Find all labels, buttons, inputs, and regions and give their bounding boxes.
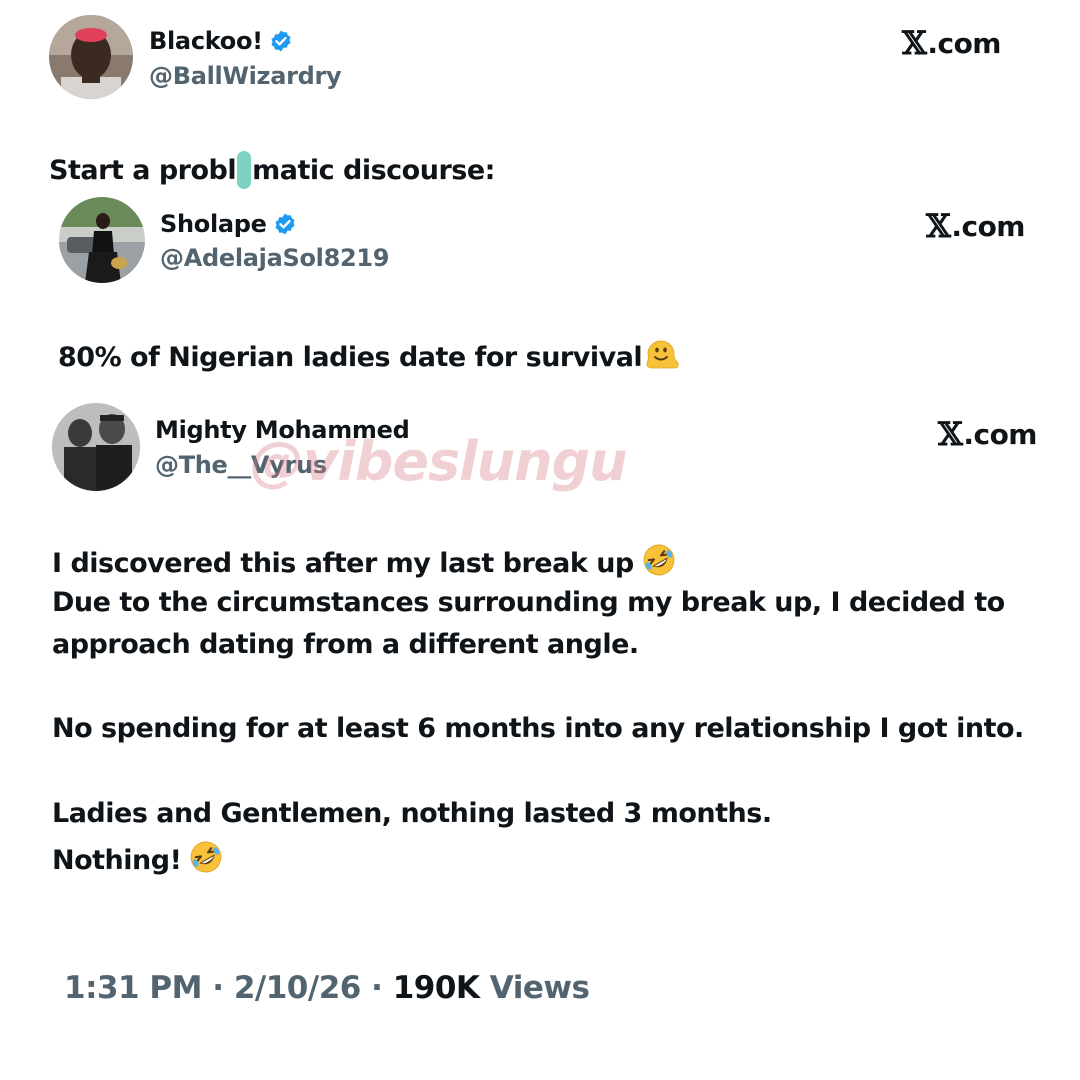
quote1-text: 80% of Nigerian ladies date for survival <box>58 337 680 373</box>
avatar-mighty-mohammed[interactable] <box>52 403 140 491</box>
tweet-meta: 1:31 PM · 2/10/26 · 190K Views <box>64 970 590 1006</box>
avatar-sholape[interactable] <box>59 197 145 283</box>
quote2-line-4: No spending for at least 6 months into a… <box>52 713 1024 744</box>
tweet-date[interactable]: 2/10/26 <box>234 970 362 1006</box>
tweet-time[interactable]: 1:31 PM <box>64 970 202 1006</box>
quote2-line-3: approach dating from a different angle. <box>52 629 639 660</box>
quote2-line-2: Due to the circumstances surrounding my … <box>52 587 1005 618</box>
tweet-text-part1: Start a probl <box>49 155 237 186</box>
author-name-text: Blackoo! <box>149 27 263 55</box>
x-logo-icon: 𝕏 <box>902 24 927 62</box>
x-logo-icon: 𝕏 <box>938 415 963 453</box>
quote2-line-1: I discovered this after my last break up <box>52 543 676 579</box>
author-handle[interactable]: @BallWizardry <box>149 62 342 90</box>
meta-separator: · <box>212 970 224 1006</box>
quote2-brand-domain: com <box>973 417 1037 451</box>
quote1-brand-label: 𝕏. com <box>926 207 1025 245</box>
views-count: 190K <box>392 970 480 1006</box>
rolling-on-floor-laughing-emoji <box>642 543 676 577</box>
brand-domain: com <box>937 26 1001 60</box>
author-name[interactable]: Blackoo! <box>149 27 293 55</box>
views-label: Views <box>489 970 590 1006</box>
verified-badge-icon <box>269 29 293 53</box>
quote2-brand-label: 𝕏. com <box>938 415 1037 453</box>
x-logo-icon: 𝕏 <box>926 207 951 245</box>
text-cursor-handle[interactable] <box>237 151 252 189</box>
meta-separator: · <box>371 970 383 1006</box>
avatar-blackoo[interactable] <box>49 15 133 99</box>
quote1-text-content: 80% of Nigerian ladies date for survival <box>58 342 643 373</box>
verified-badge-icon <box>273 212 297 236</box>
quote1-author-name-text: Sholape <box>160 210 267 238</box>
quote2-line-6: Nothing! <box>52 840 223 876</box>
brand-label: 𝕏. com <box>902 24 1001 62</box>
quote2-line-1-text: I discovered this after my last break up <box>52 548 634 579</box>
quote2-line-5: Ladies and Gentlemen, nothing lasted 3 m… <box>52 798 772 829</box>
melting-face-emoji <box>644 337 680 371</box>
quote2-line-6-text: Nothing! <box>52 845 182 876</box>
tweet-text-part2: matic discourse: <box>252 155 495 186</box>
rolling-on-floor-laughing-emoji <box>189 840 223 874</box>
quote1-brand-domain: com <box>961 209 1025 243</box>
tweet-text: Start a probl matic discourse: <box>49 151 495 189</box>
quote1-author-name[interactable]: Sholape <box>160 210 297 238</box>
quote1-author-handle[interactable]: @AdelajaSol8219 <box>160 244 389 272</box>
watermark: @vibeslungu <box>250 430 628 493</box>
